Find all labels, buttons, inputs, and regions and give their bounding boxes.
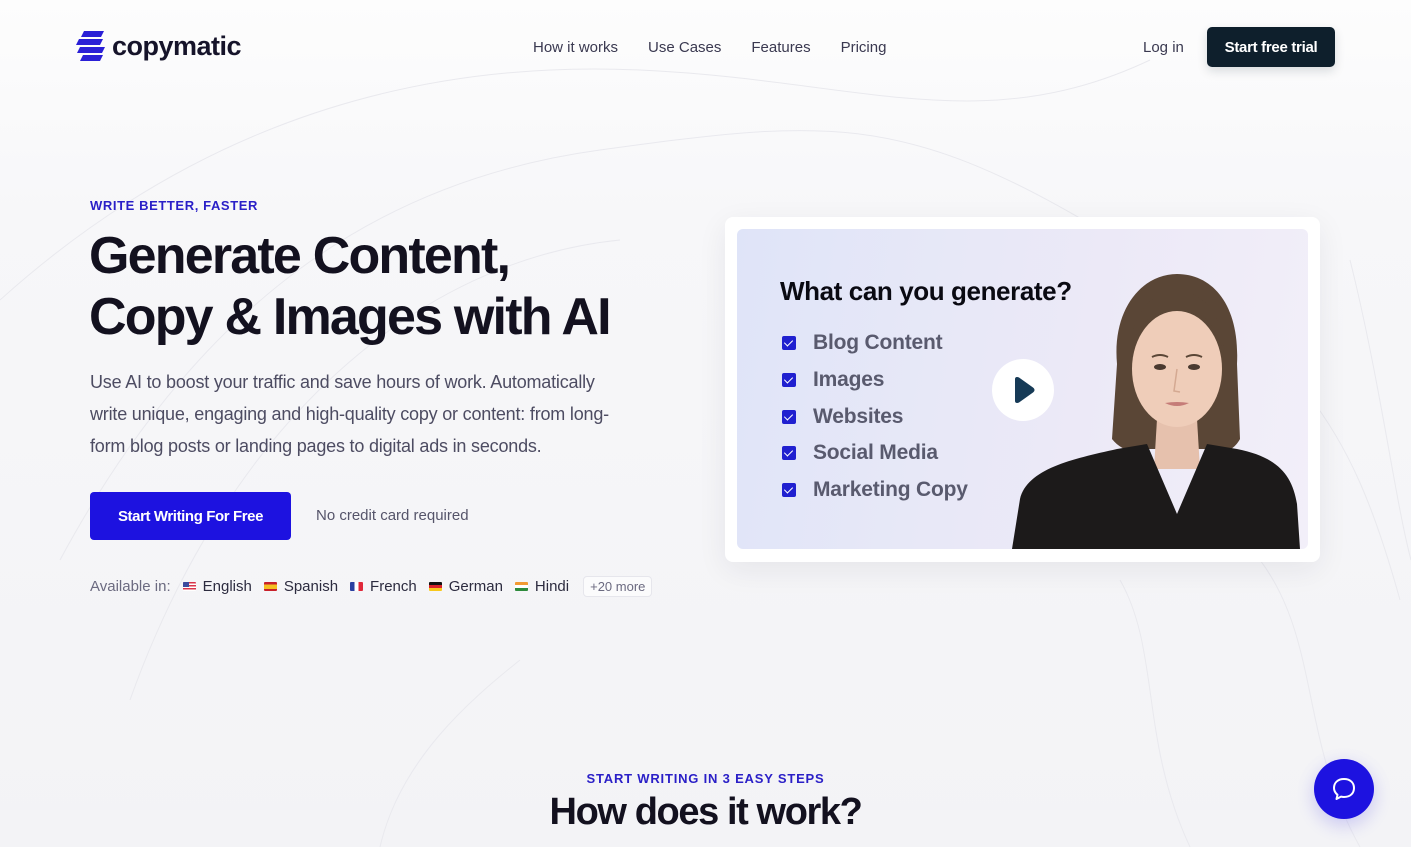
no-credit-card-note: No credit card required xyxy=(316,507,469,524)
how-it-works-eyebrow: START WRITING IN 3 EASY STEPS xyxy=(586,771,825,786)
main-nav: How it works Use Cases Features Pricing xyxy=(533,38,916,58)
checklist-label: Websites xyxy=(813,404,904,428)
checklist-label: Images xyxy=(813,368,885,392)
play-video-button[interactable] xyxy=(992,359,1054,421)
language-french: French xyxy=(350,578,417,595)
es-flag-icon xyxy=(263,581,277,591)
logo-text: copymatic xyxy=(112,31,242,61)
chat-bubble-icon xyxy=(1333,778,1355,800)
more-languages-badge[interactable]: +20 more xyxy=(583,575,653,597)
checklist-item: Social Media xyxy=(782,435,968,472)
video-thumbnail[interactable]: What can you generate? Blog Content Imag… xyxy=(737,229,1308,549)
language-name: English xyxy=(202,577,252,595)
checkbox-checked-icon xyxy=(782,483,796,498)
hero-title-line-2: Copy & Images with AI xyxy=(89,288,612,346)
site-header: copymatic How it works Use Cases Feature… xyxy=(0,0,1411,95)
copymatic-logo-icon xyxy=(76,31,105,61)
logo-link[interactable]: copymatic xyxy=(74,30,242,63)
hero-eyebrow: WRITE BETTER, FASTER xyxy=(90,198,258,213)
language-name: Hindi xyxy=(534,577,570,595)
checkbox-checked-icon xyxy=(782,446,796,461)
hero-description: Use AI to boost your traffic and save ho… xyxy=(90,372,609,456)
checklist-item: Images xyxy=(782,362,968,399)
checkbox-checked-icon xyxy=(782,336,796,351)
language-hindi: Hindi xyxy=(514,577,570,595)
us-flag-icon xyxy=(182,581,196,591)
nav-features[interactable]: Features xyxy=(751,38,810,58)
language-name: French xyxy=(370,577,417,595)
checklist-label: Marketing Copy xyxy=(813,478,968,502)
language-name: German xyxy=(448,577,503,595)
available-languages: Available in: English Spanish French Ger… xyxy=(90,574,653,598)
checkbox-checked-icon xyxy=(782,373,796,388)
in-flag-icon xyxy=(514,581,528,591)
checklist-label: Blog Content xyxy=(813,331,943,355)
language-english: English xyxy=(182,577,252,595)
checklist-item: Marketing Copy xyxy=(782,472,968,509)
checklist-item: Blog Content xyxy=(782,325,968,362)
checklist-label: Social Media xyxy=(813,441,938,465)
how-it-works-title: How does it work? xyxy=(549,791,863,833)
language-german: German xyxy=(428,577,503,595)
checklist-item: Websites xyxy=(782,398,968,435)
video-card[interactable]: What can you generate? Blog Content Imag… xyxy=(725,217,1320,562)
nav-use-cases[interactable]: Use Cases xyxy=(648,38,721,58)
hero-title: Generate Content, Copy & Images with AI xyxy=(89,226,689,348)
login-link[interactable]: Log in xyxy=(1143,38,1184,58)
start-writing-button[interactable]: Start Writing For Free xyxy=(90,492,291,540)
nav-how-it-works[interactable]: How it works xyxy=(533,38,618,58)
generate-checklist: Blog Content Images Websites Social Medi… xyxy=(782,325,968,508)
play-icon xyxy=(1015,377,1035,403)
hero-title-line-1: Generate Content, xyxy=(89,227,511,285)
fr-flag-icon xyxy=(350,581,364,591)
languages-label: Available in: xyxy=(90,577,171,595)
language-name: Spanish xyxy=(283,577,339,595)
nav-pricing[interactable]: Pricing xyxy=(841,38,887,58)
checkbox-checked-icon xyxy=(782,409,796,424)
chat-support-button[interactable] xyxy=(1314,759,1374,819)
start-free-trial-button[interactable]: Start free trial xyxy=(1207,27,1335,67)
de-flag-icon xyxy=(428,581,442,591)
language-spanish: Spanish xyxy=(263,577,339,595)
presenter-image xyxy=(1012,274,1300,549)
